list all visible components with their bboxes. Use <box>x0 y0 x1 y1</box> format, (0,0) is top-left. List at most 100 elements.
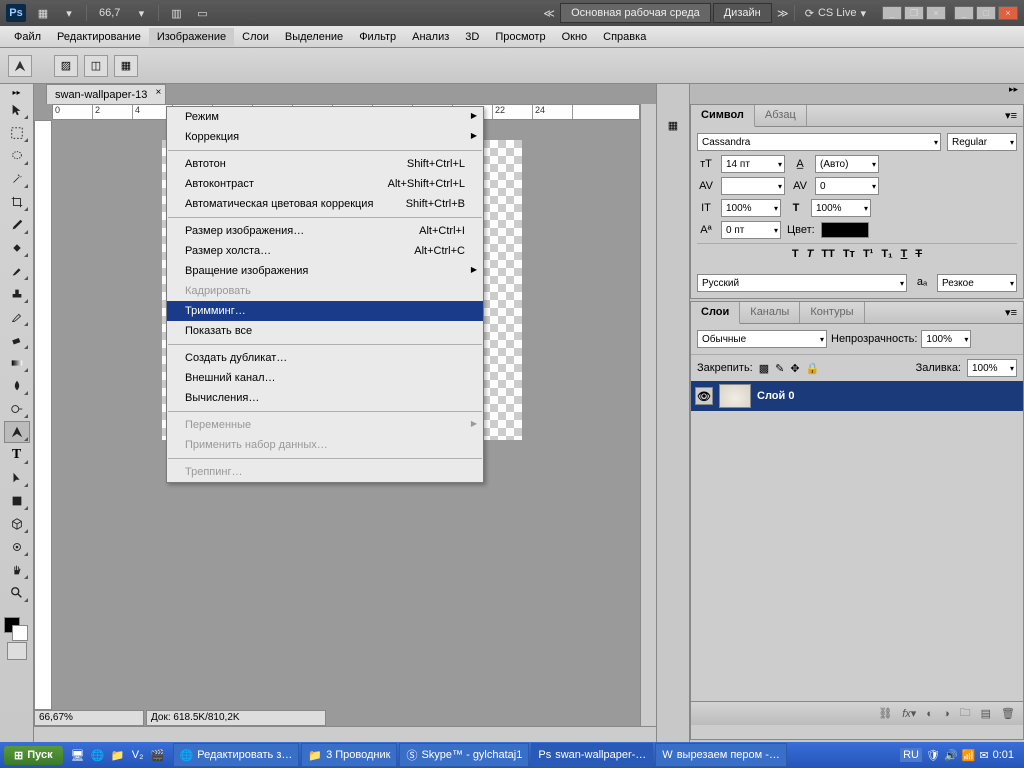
history-brush-tool[interactable] <box>4 306 30 328</box>
strike-button[interactable]: T <box>915 248 922 260</box>
path-select-tool[interactable] <box>4 467 30 489</box>
healing-tool[interactable] <box>4 237 30 259</box>
baseline-input[interactable]: 0 пт <box>721 221 781 239</box>
scrollbar-horizontal[interactable] <box>34 726 656 742</box>
bold-button[interactable]: T <box>792 248 799 260</box>
hscale-input[interactable]: 100% <box>811 199 871 217</box>
marquee-tool[interactable] <box>4 122 30 144</box>
layer-thumbnail[interactable] <box>719 384 751 408</box>
close-inner-button[interactable]: × <box>926 6 946 20</box>
collapse-panels-icon[interactable]: ▸▸ <box>1009 84 1018 104</box>
scrollbar-vertical[interactable] <box>640 104 656 726</box>
delete-layer-icon[interactable]: 🗑 <box>1001 707 1015 720</box>
menu-item[interactable]: АвтоконтрастAlt+Shift+Ctrl+L <box>167 174 483 194</box>
tab-layers[interactable]: Слои <box>691 302 740 324</box>
layers-menu-icon[interactable]: ▾≡ <box>999 302 1023 323</box>
menu-image[interactable]: Изображение <box>149 28 234 46</box>
minimize-inner-button[interactable]: _ <box>882 6 902 20</box>
layer-name[interactable]: Слой 0 <box>757 390 794 402</box>
minimize-button[interactable]: _ <box>954 6 974 20</box>
more-left-icon[interactable]: ≪ <box>540 5 558 21</box>
layer-row[interactable]: 👁 Слой 0 <box>691 381 1023 411</box>
group-icon[interactable]: 🗀 <box>960 704 971 723</box>
tab-character[interactable]: Символ <box>691 105 755 127</box>
quickmask-button[interactable] <box>7 642 27 660</box>
menu-filter[interactable]: Фильтр <box>351 28 404 46</box>
pen-tool[interactable] <box>4 421 30 443</box>
restore-inner-button[interactable]: ❐ <box>904 6 924 20</box>
tab-channels[interactable]: Каналы <box>740 302 800 323</box>
menu-help[interactable]: Справка <box>595 28 654 46</box>
taskbar-task[interactable]: 🌐Редактировать з… <box>173 743 300 767</box>
collapse-icon[interactable]: ▸▸ <box>12 88 20 98</box>
taskbar-task[interactable]: ⓈSkype™ - gylchataj1 <box>399 743 529 767</box>
adjustment-icon[interactable]: ◑ <box>943 708 950 720</box>
panel-menu-icon[interactable]: ▾≡ <box>999 105 1023 126</box>
close-button[interactable]: × <box>998 6 1018 20</box>
mb-dropdown-icon[interactable]: ▾ <box>60 5 78 21</box>
lock-all-icon[interactable]: 🔒 <box>806 362 820 375</box>
leading-select[interactable]: (Авто) <box>815 155 879 173</box>
ql-app2-icon[interactable]: 📁 <box>109 746 127 764</box>
kerning-select[interactable] <box>721 177 785 195</box>
menu-item[interactable]: Тримминг… <box>167 301 483 321</box>
font-style-select[interactable]: Regular <box>947 133 1017 151</box>
tray-icon[interactable]: 📶 <box>962 749 976 762</box>
workspace-tab-main[interactable]: Основная рабочая среда <box>560 3 711 23</box>
zoom-dropdown-icon[interactable]: ▾ <box>132 5 150 21</box>
document-tab[interactable]: swan-wallpaper-13× <box>46 84 166 104</box>
type-tool[interactable]: T <box>4 444 30 466</box>
status-zoom[interactable]: 66,67% <box>34 710 144 726</box>
blend-mode-select[interactable]: Обычные <box>697 330 827 348</box>
menu-3d[interactable]: 3D <box>457 28 487 46</box>
tray-icon[interactable]: ✉ <box>979 749 988 762</box>
brush-tool[interactable] <box>4 260 30 282</box>
close-tab-icon[interactable]: × <box>155 87 161 98</box>
shape-tool[interactable] <box>4 490 30 512</box>
allcaps-button[interactable]: TT <box>821 248 834 260</box>
taskbar-task[interactable]: Wвырезаем пером -… <box>655 743 787 767</box>
menu-item[interactable]: Автоматическая цветовая коррекцияShift+C… <box>167 194 483 214</box>
mask-icon[interactable]: ◐ <box>926 708 933 720</box>
paths-icon[interactable]: ◫ <box>84 55 108 77</box>
menu-layers[interactable]: Слои <box>234 28 277 46</box>
visibility-icon[interactable]: 👁 <box>695 387 713 405</box>
arrange-icon[interactable]: ▥ <box>167 5 185 21</box>
fill-pixels-icon[interactable]: ▦ <box>114 55 138 77</box>
vscale-input[interactable]: 100% <box>721 199 781 217</box>
link-layers-icon[interactable]: ⛓ <box>878 707 892 720</box>
menu-item[interactable]: Показать все <box>167 321 483 341</box>
lasso-tool[interactable] <box>4 145 30 167</box>
menu-edit[interactable]: Редактирование <box>49 28 149 46</box>
menu-item[interactable]: Вычисления… <box>167 388 483 408</box>
menu-item[interactable]: Коррекция <box>167 127 483 147</box>
taskbar-task[interactable]: Psswan-wallpaper-… <box>531 743 653 767</box>
bridge-icon[interactable]: ▦ <box>34 5 52 21</box>
menu-item[interactable]: Режим <box>167 107 483 127</box>
lock-position-icon[interactable]: ✥ <box>790 362 799 375</box>
eraser-tool[interactable] <box>4 329 30 351</box>
pen-preset-icon[interactable] <box>8 55 32 77</box>
menu-item[interactable]: Вращение изображения <box>167 261 483 281</box>
eyedropper-tool[interactable] <box>4 214 30 236</box>
underline-button[interactable]: T <box>901 248 908 260</box>
3d-camera-tool[interactable] <box>4 536 30 558</box>
layer-list[interactable]: 👁 Слой 0 <box>691 381 1023 701</box>
menu-item[interactable]: Создать дубликат… <box>167 348 483 368</box>
text-color-swatch[interactable] <box>821 222 869 238</box>
menu-file[interactable]: Файл <box>6 28 49 46</box>
menu-view[interactable]: Просмотр <box>487 28 553 46</box>
menu-window[interactable]: Окно <box>554 28 596 46</box>
crop-tool[interactable] <box>4 191 30 213</box>
cslive-button[interactable]: ⟳CS Live▾ <box>797 4 874 23</box>
lock-pixels-icon[interactable]: ✎ <box>775 362 784 375</box>
more-right-icon[interactable]: ≫ <box>774 5 792 21</box>
new-layer-icon[interactable]: ▤ <box>981 707 991 720</box>
maximize-button[interactable]: □ <box>976 6 996 20</box>
tray-icon[interactable]: 🔊 <box>944 749 958 762</box>
stamp-tool[interactable] <box>4 283 30 305</box>
zoom-value[interactable]: 66,7 <box>95 7 124 19</box>
fx-icon[interactable]: fx▾ <box>902 707 916 720</box>
tray-time[interactable]: 0:01 <box>993 749 1014 761</box>
menu-item[interactable]: Внешний канал… <box>167 368 483 388</box>
